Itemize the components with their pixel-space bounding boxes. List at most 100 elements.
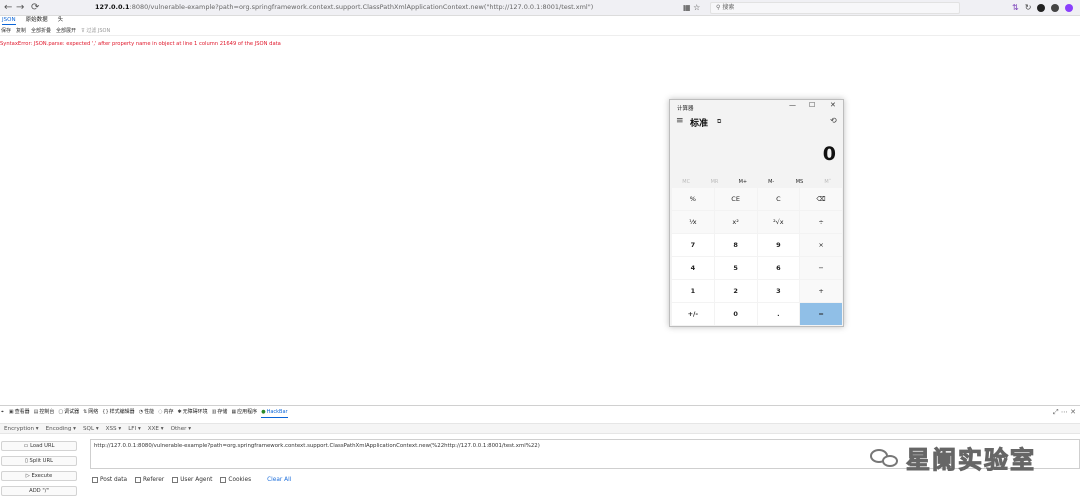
tab-label: 无障碍环境	[182, 409, 208, 415]
percent-button[interactable]: %	[672, 188, 714, 210]
tab-label: 样式编辑器	[109, 409, 135, 415]
post-data-checkbox[interactable]: Post data	[92, 476, 127, 485]
close-icon[interactable]: ✕	[830, 101, 836, 109]
negate-button[interactable]: +/-	[672, 303, 714, 325]
extension-icon[interactable]: ↻	[1025, 1, 1032, 14]
extension-icon[interactable]	[1065, 4, 1074, 12]
digit-9-button[interactable]: 9	[757, 234, 800, 256]
digit-1-button[interactable]: 1	[672, 280, 714, 302]
hamburger-menu-icon[interactable]: ≡	[676, 116, 684, 126]
tab-hackbar[interactable]: ●HackBar	[261, 407, 288, 418]
encryption-menu[interactable]: Encryption ▾	[4, 424, 39, 433]
save-button[interactable]: 保存	[1, 27, 11, 35]
user-agent-checkbox[interactable]: User Agent	[172, 476, 212, 485]
add-button[interactable]: +	[800, 280, 842, 302]
minimize-icon[interactable]: —	[789, 101, 796, 109]
clear-entry-button[interactable]: CE	[714, 188, 757, 210]
subtract-button[interactable]: −	[800, 257, 842, 279]
tab-json[interactable]: JSON	[2, 16, 16, 25]
add-slash-button[interactable]: ADD "/"	[1, 486, 77, 496]
digit-4-button[interactable]: 4	[672, 257, 714, 279]
tab-headers[interactable]: 头	[58, 16, 64, 25]
sql-menu[interactable]: SQL ▾	[83, 424, 99, 433]
memory-list-button[interactable]: M˅	[814, 177, 842, 187]
decimal-button[interactable]: .	[757, 303, 800, 325]
tab-raw-data[interactable]: 原始数据	[26, 16, 48, 25]
tab-memory[interactable]: ◌内存	[158, 407, 173, 418]
multiply-button[interactable]: ×	[800, 234, 842, 256]
watermark-text: 星阑实验室	[906, 446, 1036, 475]
memory-icon: ◌	[158, 409, 163, 415]
tab-label: 性能	[144, 409, 155, 415]
divide-button[interactable]: ÷	[800, 211, 842, 233]
back-icon[interactable]: ←	[4, 1, 12, 15]
m-plus-button[interactable]: M+	[729, 177, 757, 187]
encoding-menu[interactable]: Encoding ▾	[46, 424, 76, 433]
square-root-button[interactable]: ²√x	[757, 211, 800, 233]
expand-all-button[interactable]: 全部展开	[56, 27, 76, 35]
reader-icon[interactable]: ▦	[683, 3, 691, 12]
execute-button[interactable]: ▷ Execute	[1, 471, 77, 481]
reload-icon[interactable]: ⟳	[31, 1, 39, 15]
digit-7-button[interactable]: 7	[672, 234, 714, 256]
tab-console[interactable]: ▤控制台	[34, 407, 55, 418]
cookies-checkbox[interactable]: Cookies	[220, 476, 251, 485]
digit-8-button[interactable]: 8	[714, 234, 757, 256]
forward-icon[interactable]: →	[16, 1, 24, 15]
collapse-all-button[interactable]: 全部折叠	[31, 27, 51, 35]
debugger-icon: ▢	[58, 409, 64, 415]
ms-button[interactable]: MS	[785, 177, 813, 187]
lfi-menu[interactable]: LFI ▾	[128, 424, 141, 433]
load-url-button[interactable]: ▭ Load URL	[1, 441, 77, 451]
keep-on-top-icon[interactable]: ⧉	[717, 118, 721, 126]
tab-style-editor[interactable]: {}样式编辑器	[102, 407, 134, 418]
filter-json-input[interactable]: ⊽ 过滤 JSON	[81, 27, 110, 35]
digit-3-button[interactable]: 3	[757, 280, 800, 302]
square-button[interactable]: x²	[714, 211, 757, 233]
options-icon[interactable]: ⋯	[1061, 408, 1068, 416]
referer-checkbox[interactable]: Referer	[135, 476, 164, 485]
application-icon: ▦	[231, 409, 237, 415]
copy-button[interactable]: 复制	[16, 27, 26, 35]
digit-5-button[interactable]: 5	[714, 257, 757, 279]
network-icon: ⇅	[83, 409, 88, 415]
address-bar[interactable]: 127.0.0.1:8080/vulnerable-example?path=o…	[95, 1, 705, 14]
mr-button[interactable]: MR	[700, 177, 728, 187]
url-tools: ▦ ☆	[683, 1, 700, 14]
history-icon[interactable]: ⟲	[830, 116, 837, 125]
xss-menu[interactable]: XSS ▾	[106, 424, 122, 433]
checkbox-label: Referer	[143, 477, 165, 483]
tab-storage[interactable]: ▥存储	[212, 407, 228, 418]
tab-debugger[interactable]: ▢调试器	[58, 407, 79, 418]
tab-network[interactable]: ⇅网络	[83, 407, 98, 418]
mc-button[interactable]: MC	[672, 177, 700, 187]
memory-row: MC MR M+ M- MS M˅	[672, 177, 842, 187]
reciprocal-button[interactable]: ⅟x	[672, 211, 714, 233]
button-label: Split URL	[29, 458, 53, 464]
tab-application[interactable]: ▦应用程序	[231, 407, 257, 418]
clear-all-link[interactable]: Clear All	[267, 476, 291, 485]
digit-0-button[interactable]: 0	[714, 303, 757, 325]
m-minus-button[interactable]: M-	[757, 177, 785, 187]
star-icon[interactable]: ☆	[693, 3, 700, 12]
pick-element-icon[interactable]: ⌖	[1, 407, 4, 418]
dock-icon[interactable]: ⤢	[1053, 408, 1059, 416]
maximize-icon[interactable]: ☐	[809, 101, 815, 109]
extension-icon[interactable]: ⇅	[1012, 1, 1019, 14]
tab-accessibility[interactable]: ✱无障碍环境	[177, 407, 207, 418]
clear-button[interactable]: C	[757, 188, 800, 210]
backspace-icon[interactable]: ⌫	[800, 188, 842, 210]
close-icon[interactable]: ✕	[1070, 408, 1076, 416]
xxe-menu[interactable]: XXE ▾	[148, 424, 164, 433]
extension-icon[interactable]	[1037, 4, 1046, 12]
search-input[interactable]: ⚲ 搜索	[710, 2, 960, 14]
split-url-button[interactable]: ▯ Split URL	[1, 456, 77, 466]
tab-performance[interactable]: ◔性能	[139, 407, 154, 418]
other-menu[interactable]: Other ▾	[171, 424, 191, 433]
browser-toolbar: ← → ⟳ 127.0.0.1:8080/vulnerable-example?…	[0, 0, 1080, 16]
digit-2-button[interactable]: 2	[714, 280, 757, 302]
extension-icon[interactable]	[1051, 4, 1060, 12]
equals-button[interactable]: =	[800, 303, 842, 325]
tab-inspector[interactable]: ▣查看器	[9, 407, 30, 418]
digit-6-button[interactable]: 6	[757, 257, 800, 279]
